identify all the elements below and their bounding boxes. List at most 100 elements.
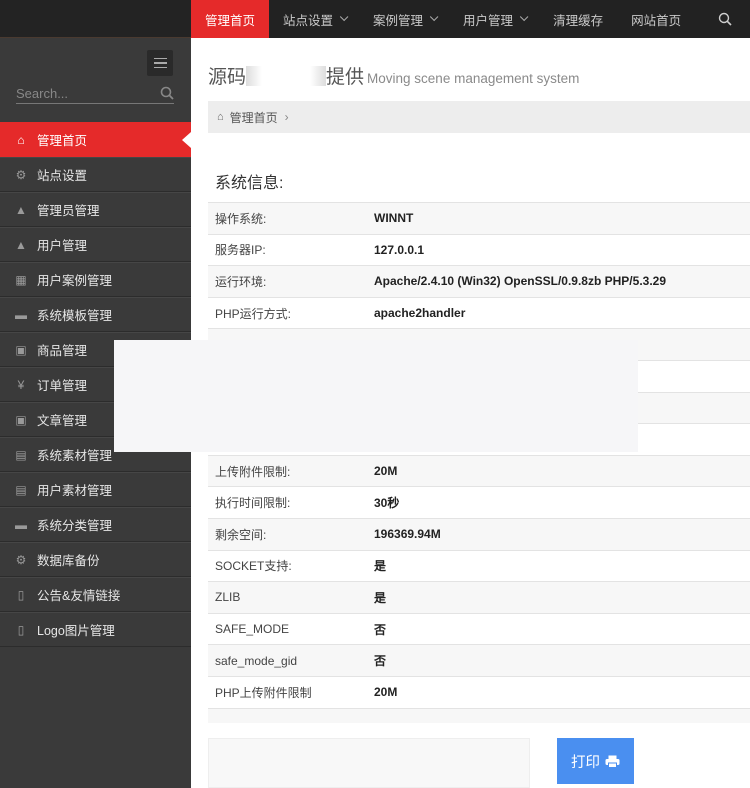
chevron-down-icon (429, 12, 439, 22)
page-title-prefix: 源码 (208, 67, 247, 88)
sidebar-item-label: 商品管理 (37, 344, 88, 358)
info-key: 上传附件限制: (215, 464, 291, 479)
table-row: 上传附件限制: 20M (208, 455, 750, 487)
sidebar-search-input[interactable] (16, 84, 156, 103)
info-key: safe_mode_gid (215, 653, 298, 668)
sidebar-item[interactable]: ▯ Logo图片管理 (0, 612, 191, 647)
breadcrumb-home-link[interactable]: 管理首页 (230, 109, 278, 126)
sidebar-item[interactable]: ⚙ 站点设置 (0, 157, 191, 192)
sidebar-item-label: 站点设置 (37, 169, 88, 183)
table-row: 运行环境: Apache/2.4.10 (Win32) OpenSSL/0.9.8… (208, 265, 750, 298)
home-icon: ⌂ (217, 111, 224, 123)
sidebar-item-label: Logo图片管理 (37, 624, 115, 638)
menu-toggle-button[interactable] (147, 50, 173, 76)
page-title-suffix: 提供 (326, 67, 365, 88)
yen-icon: ¥ (17, 377, 25, 392)
page-subtitle: Moving scene management system (367, 71, 580, 86)
sidebar-item-label: 管理首页 (37, 134, 88, 148)
sidebar-item-label: 数据库备份 (37, 554, 100, 568)
info-key: SAFE_MODE (215, 622, 290, 637)
gift-icon: ▤ (15, 447, 27, 462)
table-row: PHP上传附件限制 20M (208, 676, 750, 708)
hamburger-icon-line (153, 66, 167, 69)
table-row: ZLIB 是 (208, 581, 750, 614)
briefcase-icon: ▬ (15, 307, 27, 322)
info-value: apache2handler (374, 306, 466, 321)
caret-square-icon: ▣ (15, 342, 27, 357)
top-nav-label: 站点设置 (283, 13, 334, 28)
top-nav-label: 用户管理 (463, 13, 514, 28)
top-nav-label: 清理缓存 (553, 13, 604, 28)
info-value: 是 (374, 559, 387, 574)
sidebar-item[interactable]: ▤ 用户素材管理 (0, 472, 191, 507)
chevron-down-icon (339, 12, 349, 22)
top-search-button[interactable] (710, 0, 750, 38)
info-value: 127.0.0.1 (374, 242, 425, 257)
info-key: 剩余空间: (215, 527, 267, 542)
print-button-label: 打印 (571, 754, 600, 771)
user-icon: ▲ (15, 237, 27, 252)
hamburger-icon-line (153, 62, 167, 64)
sidebar-item[interactable]: ▬ 系统分类管理 (0, 507, 191, 542)
cogs-icon: ⚙ (15, 167, 27, 182)
sidebar-item[interactable]: ▯ 公告&友情链接 (0, 577, 191, 612)
sidebar-item[interactable]: ⚙ 数据库备份 (0, 542, 191, 577)
table-icon: ▦ (15, 272, 27, 287)
info-value: 196369.94M (374, 527, 441, 542)
sidebar-item-label: 用户管理 (37, 239, 88, 253)
info-key: 运行环境: (215, 274, 267, 289)
sidebar-item-label: 文章管理 (37, 414, 88, 428)
info-key: SOCKET支持: (215, 559, 292, 574)
sidebar-item[interactable]: ▬ 系统模板管理 (0, 297, 191, 332)
sidebar-item-label: 系统模板管理 (37, 309, 113, 323)
top-nav-item[interactable]: 站点设置 (269, 0, 359, 38)
sidebar-logo-area (0, 0, 191, 38)
sidebar-item[interactable]: ▦ 用户案例管理 (0, 262, 191, 297)
sidebar-item[interactable]: ▲ 管理员管理 (0, 192, 191, 227)
section-title: 系统信息: (215, 175, 284, 192)
system-info-table: 操作系统: WINNT 服务器IP: 127.0.0.1 运行环境: Apache/2.4… (208, 202, 750, 709)
occluding-overlay (114, 340, 638, 452)
top-nav-item[interactable]: 用户管理 (449, 0, 539, 38)
info-key: ZLIB (215, 590, 241, 605)
table-row: PHP运行方式: apache2handler (208, 297, 750, 329)
top-nav-item[interactable]: 管理首页 (191, 0, 270, 43)
info-key: PHP运行方式: (215, 306, 292, 321)
bookmark-icon: ▯ (17, 622, 25, 637)
breadcrumb-separator: › (284, 110, 289, 124)
sidebar-item-label: 公告&友情链接 (37, 589, 121, 603)
sidebar-item[interactable]: ▲ 用户管理 (0, 227, 191, 262)
info-value: Apache/2.4.10 (Win32) OpenSSL/0.9.8zb PH… (374, 274, 667, 289)
print-button[interactable]: 打印 (557, 738, 634, 784)
search-icon (718, 12, 732, 26)
redacted-text (246, 66, 327, 86)
info-key: 执行时间限制: (215, 496, 291, 511)
sidebar-item-label: 用户素材管理 (37, 484, 113, 498)
info-value: 20M (374, 464, 398, 479)
top-nav-label: 案例管理 (373, 13, 424, 28)
top-nav-item[interactable]: 案例管理 (359, 0, 449, 38)
home-icon: ⌂ (17, 132, 25, 147)
info-key: 服务器IP: (215, 243, 266, 258)
page-title: 源码 提供 Moving scene management system (208, 62, 579, 89)
user-icon: ▲ (15, 202, 27, 217)
table-row: safe_mode_gid 否 (208, 644, 750, 677)
hamburger-icon (153, 57, 167, 60)
top-nav-item[interactable]: 清理缓存 (539, 0, 617, 38)
sidebar-item[interactable]: ⌂ 管理首页 (0, 122, 191, 157)
table-row: 服务器IP: 127.0.0.1 (208, 234, 750, 266)
note-panel (208, 738, 530, 788)
caret-square-icon: ▣ (15, 412, 27, 427)
sidebar-item-label: 订单管理 (37, 379, 88, 393)
print-icon (605, 755, 620, 768)
table-footer (208, 709, 750, 723)
top-nav-item[interactable]: 网站首页 (617, 0, 695, 38)
info-value: WINNT (374, 211, 414, 226)
info-key: PHP上传附件限制 (215, 685, 312, 700)
briefcase-icon: ▬ (15, 517, 27, 532)
search-icon[interactable] (160, 86, 174, 100)
bookmark-icon: ▯ (17, 587, 25, 602)
sidebar-search (16, 84, 174, 104)
table-row: SAFE_MODE 否 (208, 613, 750, 645)
table-row: 执行时间限制: 30秒 (208, 486, 750, 519)
